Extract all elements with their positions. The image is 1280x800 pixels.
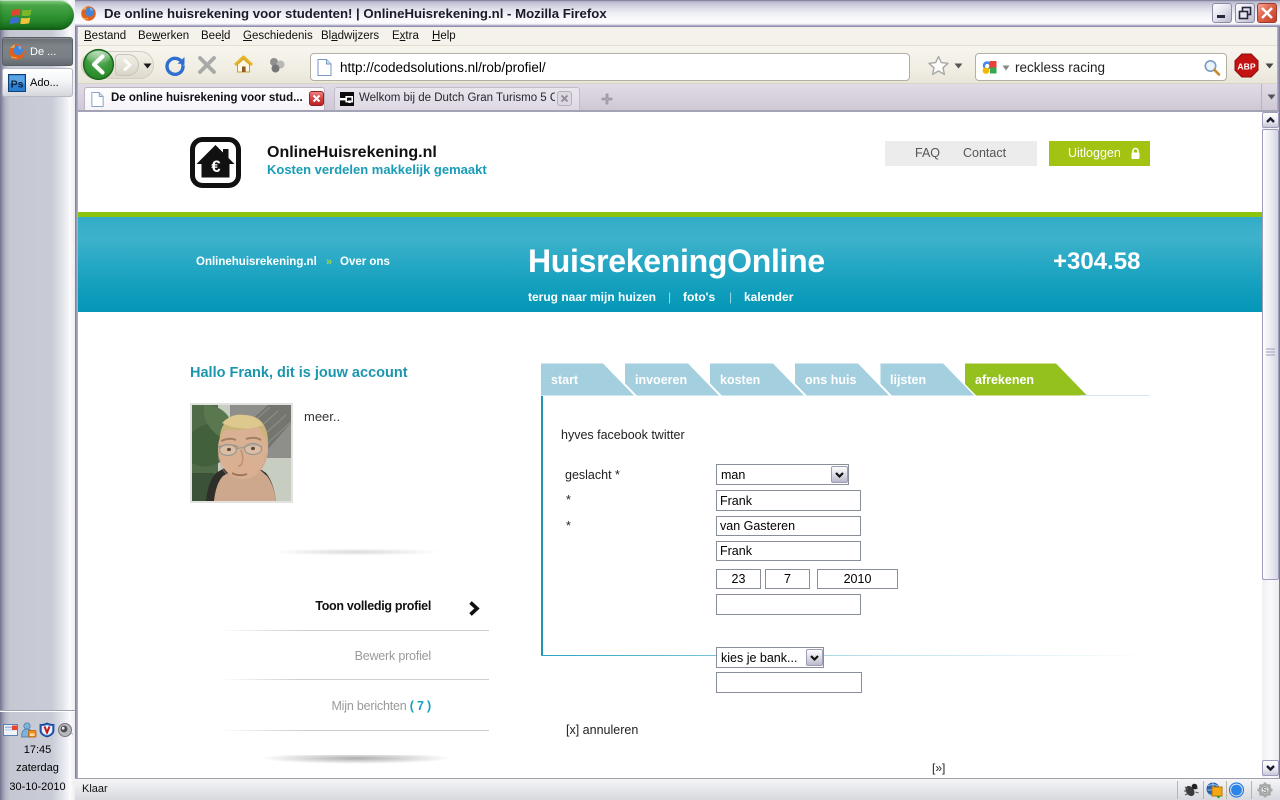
svg-text:lijsten: lijsten bbox=[890, 373, 926, 387]
svg-text:Ps: Ps bbox=[11, 78, 24, 90]
svg-text:ons huis: ons huis bbox=[805, 373, 856, 387]
svg-text:start: start bbox=[551, 373, 579, 387]
svg-text:ABP: ABP bbox=[1237, 62, 1255, 72]
svg-text:invoeren: invoeren bbox=[635, 373, 687, 387]
svg-text:S: S bbox=[1262, 786, 1268, 795]
svg-text:afrekenen: afrekenen bbox=[975, 373, 1034, 387]
svg-text:€: € bbox=[211, 158, 220, 176]
svg-text:kosten: kosten bbox=[720, 373, 760, 387]
